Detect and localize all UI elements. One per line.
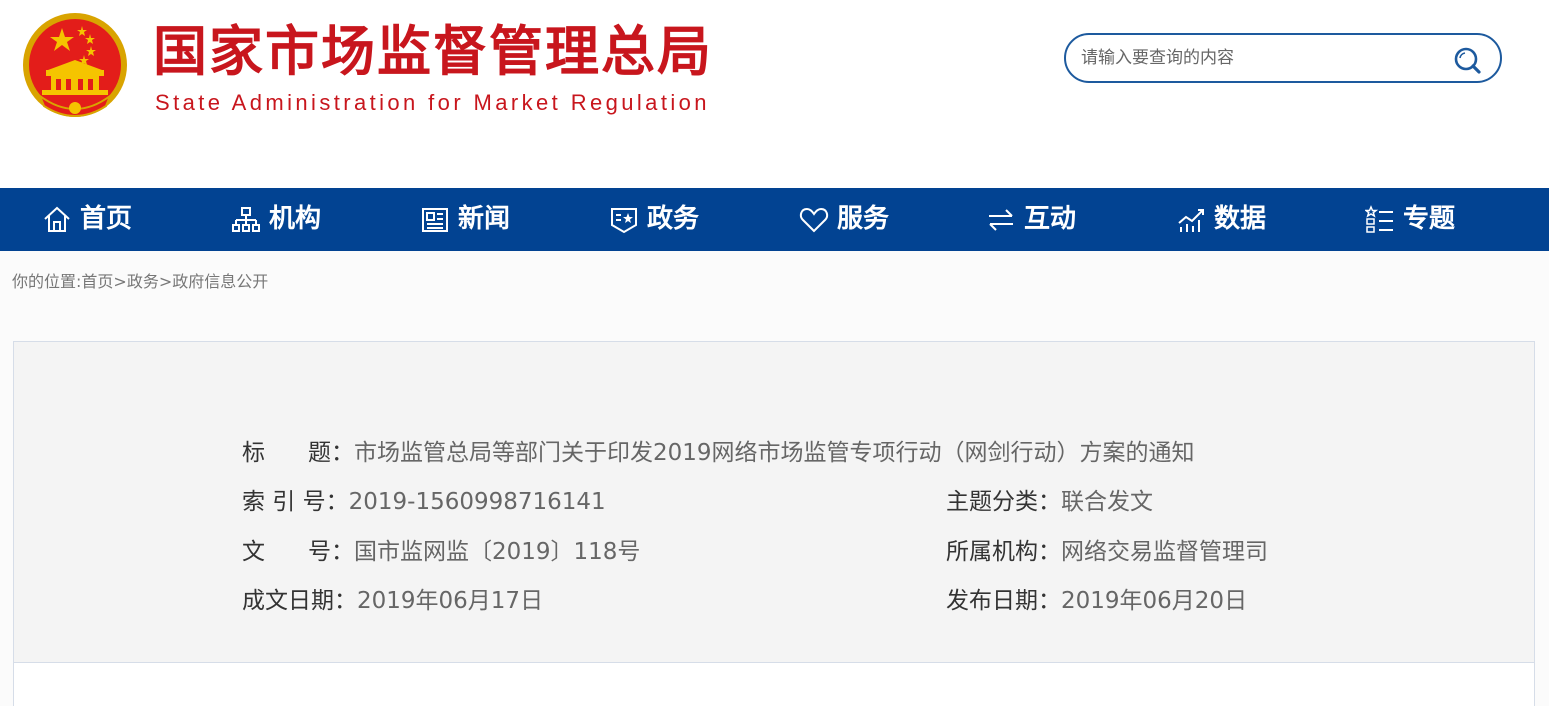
published-label: 发布日期： [946, 588, 1061, 614]
docno-value: 国市监网监〔2019〕118号 [354, 539, 641, 565]
nav-label: 数据 [1214, 204, 1267, 234]
breadcrumb-link-government[interactable]: 政务 [127, 272, 159, 291]
breadcrumb-link-home[interactable]: 首页 [81, 272, 113, 291]
search-icon[interactable] [1452, 45, 1482, 75]
topic-value: 联合发文 [1061, 489, 1153, 515]
page: 国家市场监督管理总局 State Administration for Mark… [0, 0, 1549, 706]
nav-label: 互动 [1024, 204, 1077, 234]
breadcrumb-separator: > [113, 272, 127, 291]
info-row-org: 所属机构：网络交易监督管理司 [946, 535, 1268, 569]
nav-item-data[interactable]: 数据 [1176, 188, 1266, 251]
breadcrumb-separator: > [158, 272, 173, 291]
nav-item-news[interactable]: 新闻 [420, 188, 510, 251]
nav-item-home[interactable]: 首页 [42, 188, 132, 251]
document-body [13, 662, 1535, 706]
created-value: 2019年06月17日 [357, 588, 544, 614]
docno-label-a: 文 [242, 539, 265, 565]
search-input[interactable] [1081, 45, 1441, 71]
nav-label: 服务 [837, 204, 890, 234]
published-value: 2019年06月20日 [1061, 588, 1248, 614]
title-label-a: 标 [242, 440, 265, 466]
exchange-icon [989, 208, 1013, 231]
info-row-index: 索 引 号：2019-1560998716141 [242, 485, 606, 519]
main-nav: 首页 机构 新闻 政务 服务 互动 数据 专题 [0, 188, 1549, 251]
index-label: 索 引 号： [242, 489, 349, 515]
heart-icon [799, 207, 829, 232]
national-emblem-icon[interactable] [20, 10, 130, 122]
home-icon [44, 206, 70, 232]
nav-item-government[interactable]: 政务 [609, 188, 699, 251]
breadcrumb-prefix: 你的位置: [12, 272, 82, 291]
nav-item-interaction[interactable]: 互动 [986, 188, 1076, 251]
breadcrumb: 你的位置:首页>政务>政府信息公开 [12, 270, 268, 294]
created-label: 成文日期： [242, 588, 357, 614]
news-icon [422, 207, 448, 232]
index-value: 2019-1560998716141 [348, 489, 606, 515]
docno-label-b: 号： [308, 539, 354, 565]
nav-label: 机构 [269, 204, 322, 234]
info-row-title: 标 题：市场监管总局等部门关于印发2019网络市场监管专项行动（网剑行动）方案的通… [242, 436, 1195, 470]
nav-label: 政务 [647, 204, 700, 234]
org-value: 网络交易监督管理司 [1061, 539, 1268, 565]
info-row-docno: 文 号：国市监网监〔2019〕118号 [242, 535, 640, 569]
org-label: 所属机构： [946, 539, 1061, 565]
nav-label: 新闻 [458, 204, 511, 234]
title-label-b: 题： [308, 440, 354, 466]
org-icon [232, 206, 260, 232]
info-row-published: 发布日期：2019年06月20日 [946, 584, 1247, 618]
site-header: 国家市场监督管理总局 State Administration for Mark… [0, 0, 1549, 188]
topic-list-icon [1365, 204, 1393, 233]
nav-label: 首页 [80, 204, 133, 234]
info-row-created: 成文日期：2019年06月17日 [242, 584, 543, 618]
title-value: 市场监管总局等部门关于印发2019网络市场监管专项行动（网剑行动）方案的通知 [354, 440, 1195, 466]
topic-label: 主题分类： [946, 489, 1061, 515]
search-box [1064, 33, 1502, 83]
nav-item-topics[interactable]: 专题 [1365, 188, 1455, 251]
nav-label: 专题 [1403, 204, 1456, 234]
breadcrumb-link-info-disclosure[interactable]: 政府信息公开 [172, 272, 268, 291]
nav-item-service[interactable]: 服务 [799, 188, 889, 251]
info-row-topic: 主题分类：联合发文 [946, 485, 1153, 519]
nav-item-organization[interactable]: 机构 [231, 188, 321, 251]
site-title: 国家市场监督管理总局 [153, 20, 713, 83]
government-icon [611, 207, 637, 233]
site-subtitle: State Administration for Market Regulati… [155, 90, 710, 115]
chart-icon [1178, 208, 1204, 232]
